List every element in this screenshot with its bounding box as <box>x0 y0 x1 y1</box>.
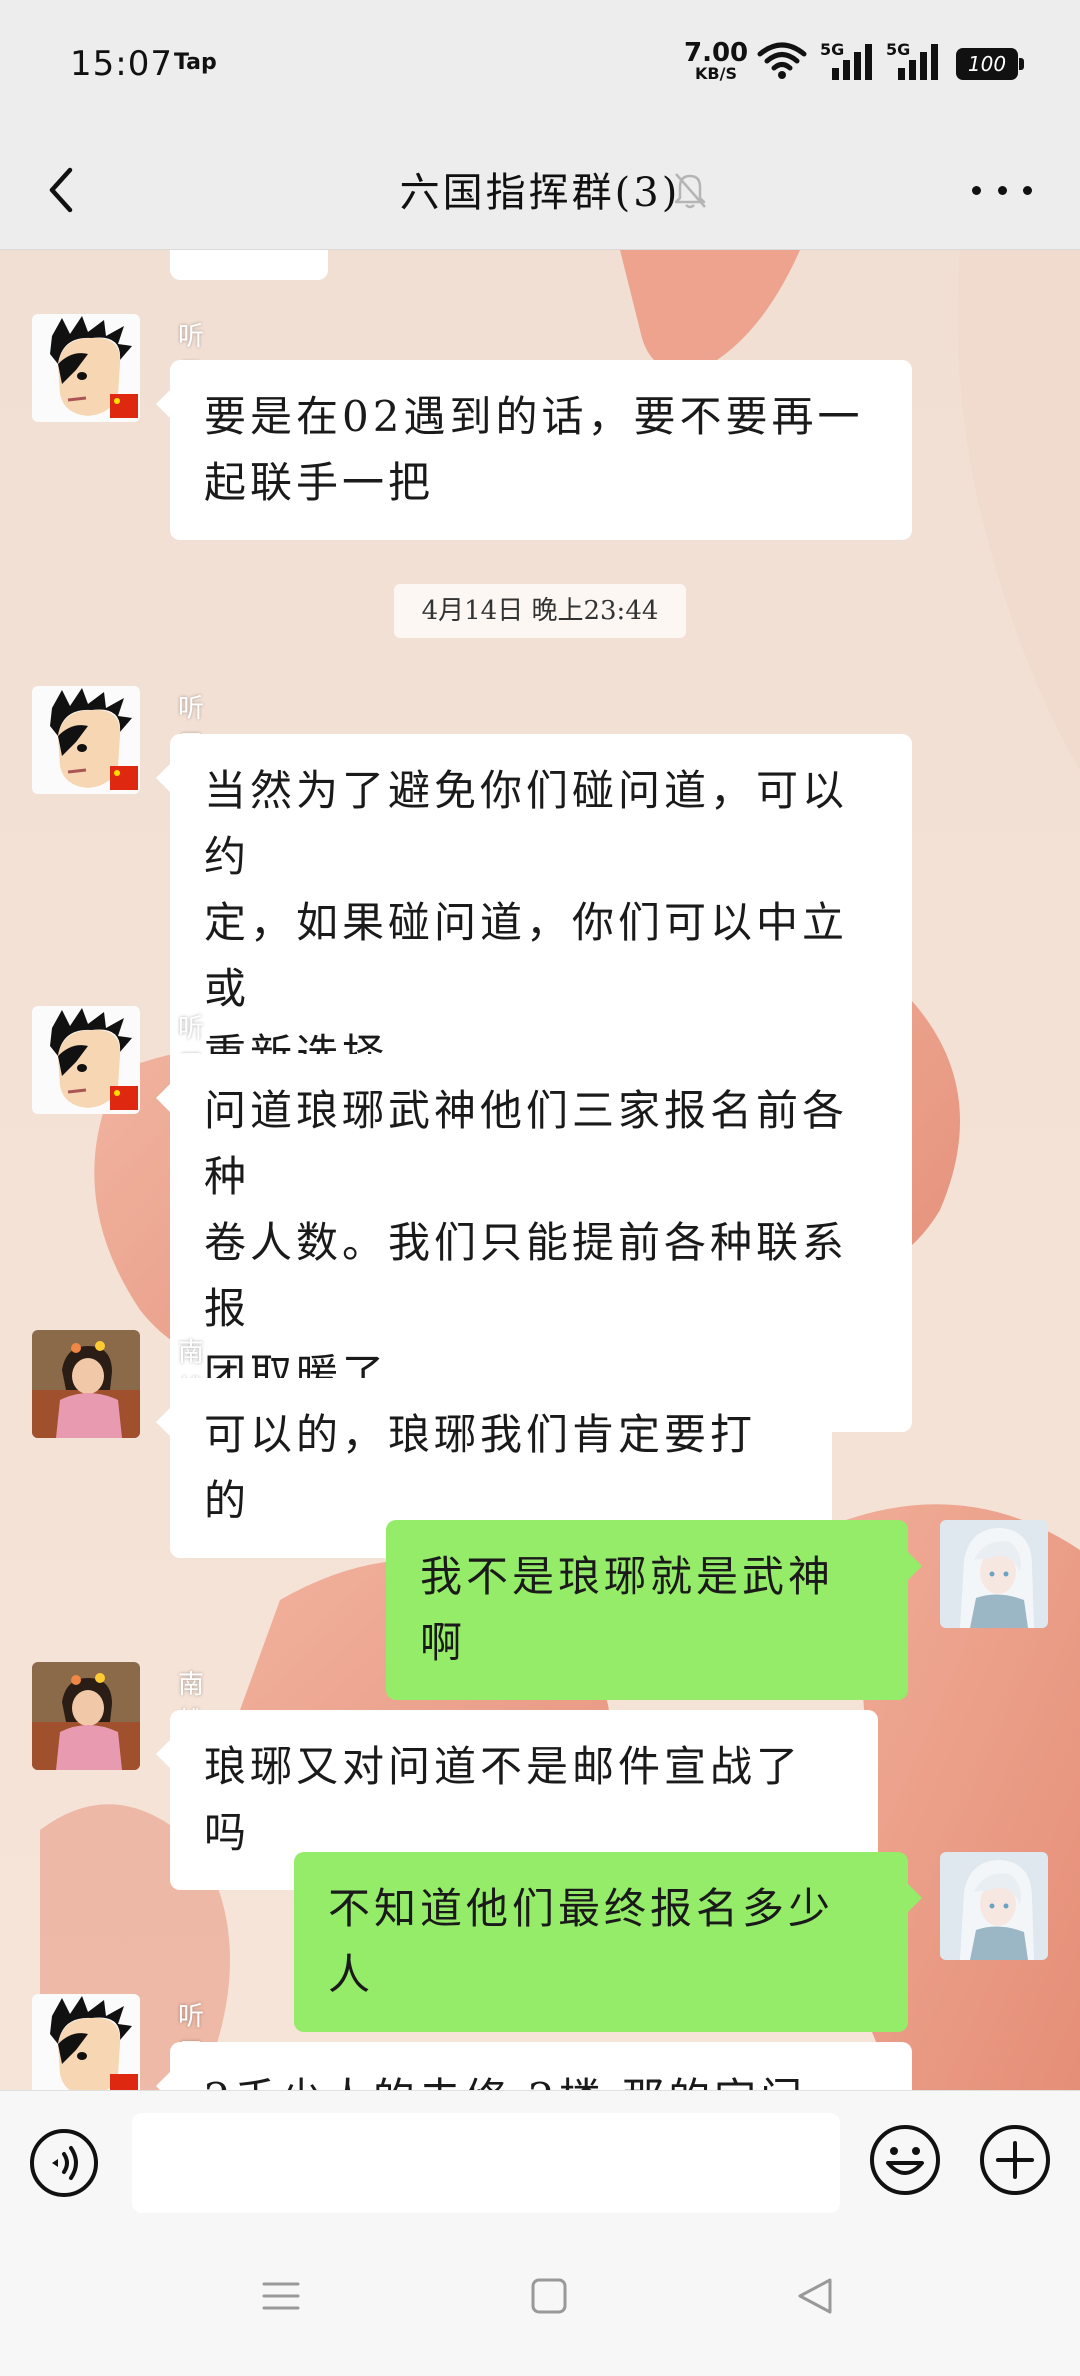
nav-menu-icon[interactable] <box>262 2276 300 2316</box>
my-avatar[interactable] <box>940 1852 1048 1960</box>
battery-level: 100 <box>967 52 1007 76</box>
message-bubble[interactable]: 问道琅琊武神他们三家报名前各种 卷人数。我们只能提前各种联系报 团取暖了 <box>156 1054 912 1432</box>
my-message-bubble[interactable]: 我不是琅琊就是武神啊 <box>386 1520 922 1700</box>
message-line: 不知道他们最终报名多少人 <box>328 1884 835 1999</box>
avatar[interactable] <box>32 314 140 422</box>
message-line: 可以的，琅琊我们肯定要打的 <box>204 1410 757 1525</box>
system-nav-bar <box>0 2230 1080 2376</box>
more-icon[interactable] <box>972 170 1032 210</box>
wifi-icon <box>757 42 807 79</box>
avatar[interactable] <box>32 1330 140 1438</box>
chat-title: 六国指挥群(3) <box>399 170 681 216</box>
avatar[interactable] <box>32 1994 140 2090</box>
bell-off-icon <box>674 173 706 209</box>
message-line: 问道琅琊武神他们三家报名前各种 <box>204 1086 849 1201</box>
plus-circle-icon[interactable] <box>978 2123 1052 2197</box>
chat-header: 六国指挥群(3) <box>0 130 1080 250</box>
message-line: 卷人数。我们只能提前各种联系报 <box>204 1218 849 1333</box>
message-bubble[interactable]: 要是在02遇到的话，要不要再一 起联手一把 <box>156 360 912 540</box>
message-line: 琅琊又对问道不是邮件宣战了吗 <box>204 1742 803 1857</box>
signal-sim1-icon: 5G <box>820 40 878 82</box>
network-speed-value: 7.00 <box>684 38 749 68</box>
avatar[interactable] <box>32 1662 140 1770</box>
battery-icon: 100 <box>956 48 1024 80</box>
partial-message-bubble <box>170 250 328 280</box>
message-input[interactable] <box>132 2113 840 2213</box>
status-app-label: Tap <box>174 50 217 75</box>
chat-messages[interactable]: 听风 要是在02遇到的话，要不要再一 起联手一把 4月14日 晚上23:44 听… <box>0 250 1080 2090</box>
my-message-bubble[interactable]: 不知道他们最终报名多少人 <box>294 1852 922 2032</box>
input-bar <box>0 2090 1080 2230</box>
emoji-icon[interactable] <box>868 2123 942 2197</box>
my-avatar[interactable] <box>940 1520 1048 1628</box>
network-speed-unit: KB/S <box>695 64 737 83</box>
network-speed: 7.00 KB/S <box>684 40 748 82</box>
avatar[interactable] <box>32 686 140 794</box>
message-line: 定，如果碰问道，你们可以中立或 <box>204 898 849 1013</box>
signal-sim2-icon: 5G <box>886 40 944 82</box>
message-line: 2千少人的去修 2楼 那的定门 <box>204 2066 878 2090</box>
nav-back-icon[interactable] <box>796 2276 834 2316</box>
message-line: 起联手一把 <box>204 458 435 507</box>
message-line: 当然为了避免你们碰问道，可以约 <box>204 766 849 881</box>
message-bubble[interactable]: 2千少人的去修 2楼 那的定门 <box>156 2042 912 2090</box>
message-line: 我不是琅琊就是武神啊 <box>420 1552 835 1667</box>
status-bar: 15:07 Tap 7.00 KB/S 5G 5G 100 <box>0 0 1080 130</box>
message-timestamp: 4月14日 晚上23:44 <box>394 584 686 638</box>
nav-home-icon[interactable] <box>530 2276 568 2316</box>
voice-input-icon[interactable] <box>28 2127 100 2199</box>
status-time: 15:07 <box>70 44 173 84</box>
avatar[interactable] <box>32 1006 140 1114</box>
message-line: 要是在02遇到的话，要不要再一 <box>204 392 864 441</box>
